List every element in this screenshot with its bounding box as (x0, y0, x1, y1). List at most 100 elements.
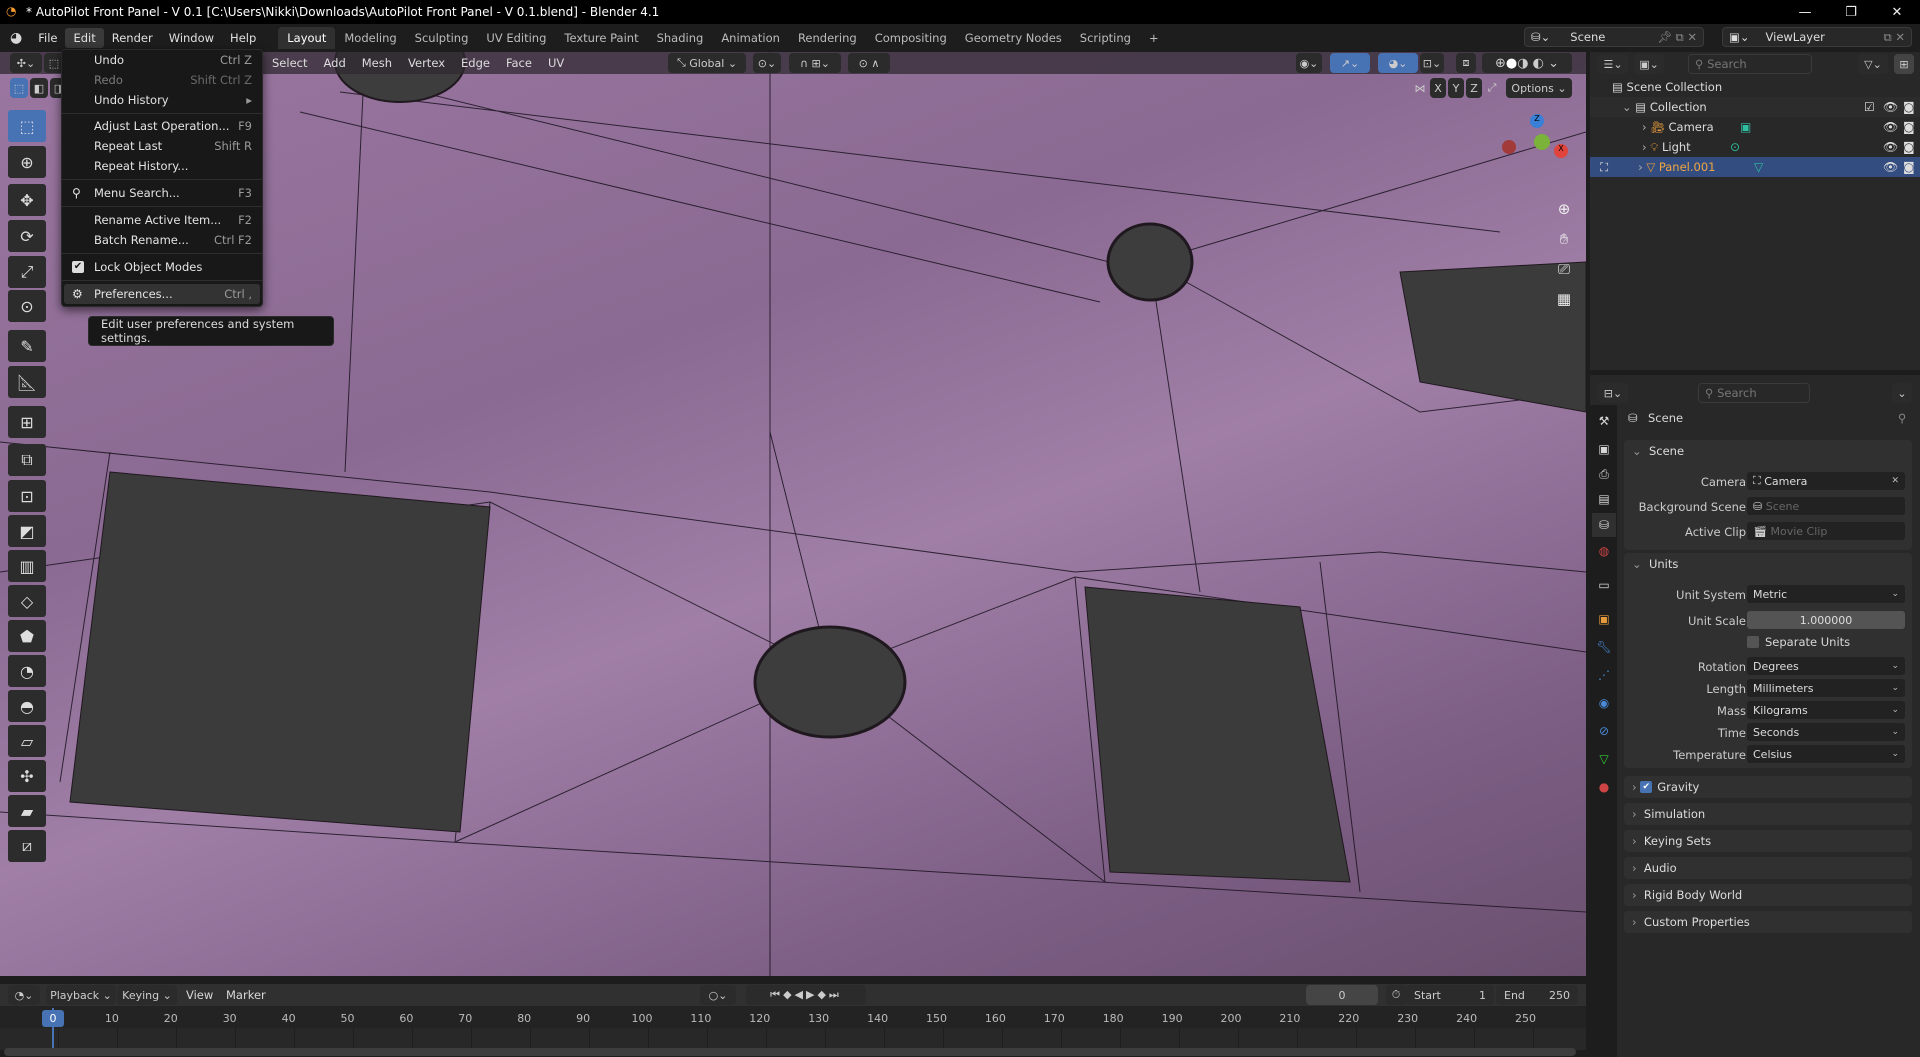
menu-add[interactable]: Add (315, 56, 353, 70)
tab-compositing[interactable]: Compositing (866, 27, 956, 49)
rotate-tool-icon[interactable]: ⟳ (8, 220, 46, 252)
shrink-fatten-tool-icon[interactable]: ✣ (8, 760, 46, 792)
mirror-icon[interactable]: ⋈ (1412, 78, 1428, 98)
minimize-button[interactable]: — (1782, 0, 1828, 24)
pivot-point-icon[interactable]: ⊙⌄ (753, 53, 781, 73)
scene-panel-header[interactable]: ⌄ Scene (1632, 444, 1684, 458)
editor-type-icon[interactable]: ✣⌄ (10, 53, 42, 73)
active-clip-field[interactable]: 🎬︎ Movie Clip (1747, 522, 1905, 540)
playhead-frame-label[interactable]: 0 (42, 1010, 64, 1027)
options-dropdown-icon[interactable]: ⌄ (1892, 383, 1912, 403)
current-frame-input[interactable]: 0 (1306, 985, 1378, 1005)
length-dropdown[interactable]: Millimeters ⌄ (1747, 679, 1905, 697)
checkbox-unchecked-icon[interactable] (1747, 636, 1759, 648)
output-tab-icon[interactable]: ⎙ (1592, 462, 1616, 486)
auto-merge-icon[interactable]: ⤢ (1484, 78, 1500, 98)
properties-search-input[interactable]: ⚲ Search (1698, 383, 1810, 403)
viewlayer-selector[interactable]: ▣⌄ ViewLayer ⧉ ✕ (1722, 27, 1912, 47)
shear-tool-icon[interactable]: ▰ (8, 795, 46, 827)
tab-texture-paint[interactable]: Texture Paint (555, 27, 647, 49)
new-viewlayer-icon[interactable]: ⧉ ✕ (1883, 30, 1905, 45)
menu-item-repeat-history[interactable]: Repeat History... (64, 156, 260, 176)
light-data-icon[interactable]: ⊙ (1730, 140, 1740, 154)
cursor-tool-icon[interactable]: ⊕ (8, 146, 46, 178)
tab-sculpting[interactable]: Sculpting (406, 27, 478, 49)
add-workspace-button[interactable]: + (1140, 27, 1168, 49)
extrude-tool-icon[interactable]: ⧉ (8, 444, 46, 476)
object-tab-icon[interactable]: ▣ (1592, 607, 1616, 631)
camera-render-icon[interactable]: ◙ (1903, 140, 1915, 154)
modifier-tab-icon[interactable]: 🔧︎ (1592, 635, 1616, 659)
temperature-dropdown[interactable]: Celsius ⌄ (1747, 745, 1905, 763)
filter-view-icon[interactable]: ▣⌄ (1634, 54, 1664, 74)
timeline-editor-type-icon[interactable]: ◔⌄ (8, 985, 40, 1005)
scene-tab-icon[interactable]: ⛁ (1592, 513, 1616, 537)
physics-tab-icon[interactable]: ◉ (1592, 691, 1616, 715)
collection-tab-icon[interactable]: ▭ (1592, 573, 1616, 597)
menu-edit[interactable]: Edit (65, 28, 104, 48)
chevron-down-icon[interactable]: ⌄ (1622, 100, 1635, 114)
tab-geometry-nodes[interactable]: Geometry Nodes (956, 27, 1071, 49)
eye-icon[interactable]: 👁︎ (1883, 140, 1898, 154)
outliner-search-input[interactable]: ⚲ Search (1688, 54, 1812, 74)
edge-slide-tool-icon[interactable]: ▱ (8, 725, 46, 757)
axis-x-toggle[interactable]: X (1430, 78, 1446, 98)
checkbox-checked-icon[interactable]: ✔ (72, 261, 84, 273)
gravity-panel-header[interactable]: › ✔ Gravity (1632, 780, 1699, 794)
eye-icon[interactable]: 👁︎ (1883, 120, 1898, 134)
menu-item-undo[interactable]: Undo Ctrl Z (64, 50, 260, 70)
menu-face[interactable]: Face (498, 56, 540, 70)
zoom-icon[interactable]: ⊕ (1554, 194, 1574, 224)
end-frame-input[interactable]: End 250 (1496, 985, 1578, 1005)
annotate-tool-icon[interactable]: ✎ (8, 330, 46, 362)
camera-render-icon[interactable]: ◙ (1903, 100, 1915, 114)
move-tool-icon[interactable]: ✥ (8, 184, 46, 216)
checkbox-checked-icon[interactable]: ✔ (1640, 781, 1653, 793)
render-tab-icon[interactable]: ▣ (1592, 437, 1616, 461)
close-button[interactable]: ✕ (1874, 0, 1920, 24)
poly-build-tool-icon[interactable]: ⬟ (8, 620, 46, 652)
navigation-gizmo[interactable]: Z X (1490, 114, 1570, 194)
inset-tool-icon[interactable]: ⊡ (8, 480, 46, 512)
timeline-scrollbar[interactable] (4, 1048, 1576, 1056)
smooth-tool-icon[interactable]: ◓ (8, 690, 46, 722)
pin-icon[interactable]: 📌︎ ⧉ ✕ (1657, 30, 1697, 45)
outliner-item-light[interactable]: › 💡︎ Light ⊙ 👁︎ ◙ (1590, 137, 1920, 157)
select-box-tool-icon[interactable]: ⬚ (8, 110, 46, 142)
proportional-edit-icon[interactable]: ⊙ ∧ (848, 53, 890, 73)
scene-selector[interactable]: ⛁⌄ Scene 📌︎ ⧉ ✕ (1524, 27, 1704, 47)
measure-tool-icon[interactable]: 📐︎ (8, 366, 46, 398)
blender-menu-icon[interactable]: ◕ (10, 30, 22, 46)
overlays-icon[interactable]: ◕⌄ (1378, 53, 1418, 73)
tab-scripting[interactable]: Scripting (1071, 27, 1140, 49)
edit-mode-icon[interactable]: ⛶ (1600, 160, 1608, 175)
snap-icon[interactable]: ∩ ⊞⌄ (789, 53, 841, 73)
maximize-button[interactable]: ❐ (1828, 0, 1874, 24)
properties-editor-type-icon[interactable]: ⊟⌄ (1598, 383, 1628, 403)
gizmo-y-axis[interactable] (1534, 134, 1550, 150)
select-new-icon[interactable]: ⬚ (10, 78, 28, 98)
menu-item-adjust-last-operation[interactable]: Adjust Last Operation... F9 (64, 116, 260, 136)
unit-scale-input[interactable]: 1.000000 (1747, 611, 1905, 629)
visibility-icon[interactable]: ◉⌄ (1296, 53, 1322, 73)
outliner-item-camera[interactable]: › 🎥︎ Camera ▣ 👁︎ ◙ (1590, 117, 1920, 137)
simulation-panel-header[interactable]: › Simulation (1632, 807, 1705, 821)
world-tab-icon[interactable]: ◍ (1592, 539, 1616, 563)
clear-icon[interactable]: ✕ (1891, 476, 1899, 486)
stopwatch-icon[interactable]: ⏱ (1386, 985, 1406, 1005)
mesh-overlay-icon[interactable]: ⊡⌄ (1420, 53, 1444, 73)
menu-window[interactable]: Window (161, 28, 222, 48)
view-menu[interactable]: View (186, 988, 213, 1002)
knife-tool-icon[interactable]: ◇ (8, 585, 46, 617)
checkbox-checked-icon[interactable]: ☑ (1864, 100, 1875, 114)
auto-keying-toggle[interactable]: ○⌄ (700, 985, 736, 1005)
outliner-item-collection[interactable]: ⌄ ▤ Collection ☑ 👁︎ ◙ (1590, 97, 1920, 117)
tab-uv-editing[interactable]: UV Editing (477, 27, 555, 49)
playback-menu[interactable]: Playback ⌄ (46, 985, 116, 1005)
material-tab-icon[interactable]: ● (1592, 775, 1616, 799)
chevron-right-icon[interactable]: › (1638, 160, 1646, 174)
tab-shading[interactable]: Shading (648, 27, 713, 49)
marker-menu[interactable]: Marker (226, 988, 266, 1002)
menu-item-menu-search[interactable]: ⚲ Menu Search... F3 (64, 183, 260, 203)
menu-item-rename-active-item[interactable]: Rename Active Item... F2 (64, 210, 260, 230)
